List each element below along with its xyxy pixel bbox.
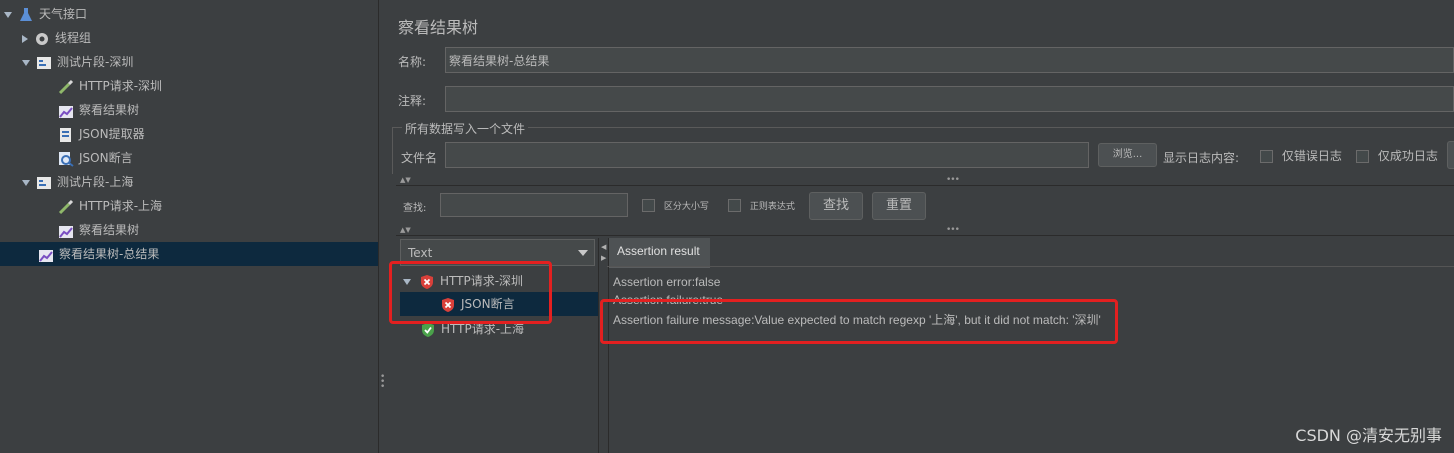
extractor-icon <box>58 127 74 143</box>
log-content-label: 显示日志内容: <box>1163 151 1240 165</box>
browse-button[interactable]: 浏览... <box>1098 143 1157 167</box>
divider-grip-icon[interactable]: ••• <box>946 225 960 235</box>
tree-node-fragment-sh[interactable]: 测试片段-上海 <box>22 170 133 194</box>
tree-node-label: 天气接口 <box>39 7 88 21</box>
comment-input[interactable] <box>445 86 1454 112</box>
results-split-divider[interactable]: ◀ ▶ <box>598 238 609 453</box>
highlight-box-message <box>600 299 1118 344</box>
tree-node-label: 察看结果树-总结果 <box>59 247 160 261</box>
divider-grip-icon[interactable]: ••• <box>946 175 960 185</box>
watermark: CSDN @清安无别事 <box>1295 426 1442 445</box>
tab-label: Assertion result <box>617 244 700 258</box>
regex-checkbox[interactable] <box>728 199 741 212</box>
tab-assertion-result[interactable]: Assertion result <box>609 238 710 268</box>
regex-option[interactable]: 正则表达式 <box>728 198 795 212</box>
tree-node-label: 测试片段-上海 <box>57 175 134 189</box>
tree-node-viewer-1[interactable]: 察看结果树 <box>58 98 139 122</box>
chevron-down-icon <box>578 250 588 256</box>
tree-node-label: HTTP请求-上海 <box>79 199 163 213</box>
expand-arrow-icon[interactable] <box>22 34 28 43</box>
regex-label: 正则表达式 <box>749 202 795 212</box>
collapse-arrow-icon[interactable] <box>22 179 30 186</box>
collapse-arrow-icon[interactable] <box>4 11 12 18</box>
test-plan-tree: 天气接口 线程组 测试片段-深圳 HTTP请求-深圳 察看结果树 JSON提取器… <box>0 0 378 453</box>
case-sensitive-option[interactable]: 区分大小写 <box>642 198 709 212</box>
panel-title: 察看结果树 <box>398 18 479 37</box>
errors-only-checkbox[interactable] <box>1260 150 1273 163</box>
gear-icon <box>34 31 50 47</box>
graph-icon <box>58 103 74 119</box>
search-input[interactable] <box>440 193 628 217</box>
tree-node-json-extractor[interactable]: JSON提取器 <box>58 122 145 146</box>
case-sensitive-label: 区分大小写 <box>663 202 709 212</box>
success-only-option[interactable]: 仅成功日志 <box>1356 147 1438 164</box>
magnifier-icon <box>58 151 74 167</box>
collapse-arrows-icon[interactable]: ▲▼ <box>400 226 411 234</box>
divider <box>396 185 1454 186</box>
assertion-error-line: Assertion error:false <box>613 275 721 289</box>
graph-icon <box>58 223 74 239</box>
name-input[interactable]: 察看结果树-总结果 <box>445 47 1454 73</box>
collapse-arrow-icon[interactable] <box>22 59 30 66</box>
tree-node-thread-group[interactable]: 线程组 <box>22 26 91 50</box>
pipette-icon <box>58 79 74 95</box>
filename-input[interactable] <box>445 142 1089 168</box>
split-arrows-icon[interactable]: ◀ ▶ <box>601 242 606 264</box>
graph-icon <box>38 247 54 263</box>
tree-node-json-assert[interactable]: JSON断言 <box>58 146 133 170</box>
collapse-arrows-icon[interactable]: ▲▼ <box>400 176 411 184</box>
tree-node-label: JSON提取器 <box>79 127 145 141</box>
tree-node-label: HTTP请求-深圳 <box>79 79 163 93</box>
tree-node-label: 测试片段-深圳 <box>57 55 134 69</box>
tab-divider <box>607 266 1454 267</box>
case-sensitive-checkbox[interactable] <box>642 199 655 212</box>
flask-icon <box>18 7 34 23</box>
reset-button[interactable]: 重置 <box>872 192 926 220</box>
success-only-checkbox[interactable] <box>1356 150 1369 163</box>
renderer-value: Text <box>408 246 433 260</box>
highlight-box-results <box>389 261 552 324</box>
errors-only-label: 仅错误日志 <box>1281 149 1342 163</box>
drag-grip-icon[interactable]: • • • <box>380 373 385 392</box>
success-only-label: 仅成功日志 <box>1377 149 1438 163</box>
divider <box>396 235 1454 236</box>
tree-node-root[interactable]: 天气接口 <box>0 2 378 26</box>
tree-node-http-sz[interactable]: HTTP请求-深圳 <box>58 74 162 98</box>
result-item-label: HTTP请求-上海 <box>441 322 525 336</box>
pipette-icon <box>58 199 74 215</box>
tree-node-label: 线程组 <box>55 31 92 45</box>
configure-button[interactable] <box>1447 141 1454 169</box>
name-label: 名称: <box>398 55 427 69</box>
comment-label: 注释: <box>398 94 427 108</box>
errors-only-option[interactable]: 仅错误日志 <box>1260 147 1342 164</box>
tree-node-viewer-2[interactable]: 察看结果树 <box>58 218 139 242</box>
fragment-icon <box>36 175 52 191</box>
tree-node-http-sh[interactable]: HTTP请求-上海 <box>58 194 162 218</box>
filename-label: 文件名 <box>401 151 438 165</box>
tree-node-fragment-sz[interactable]: 测试片段-深圳 <box>22 50 133 74</box>
tree-node-label: 察看结果树 <box>79 103 140 117</box>
tree-node-label: 察看结果树 <box>79 223 140 237</box>
results-tree-panel: 察看结果树 名称: 察看结果树-总结果 注释: 所有数据写入一个文件 文件名 浏… <box>387 0 1454 453</box>
find-button[interactable]: 查找 <box>809 192 863 220</box>
search-label: 查找: <box>403 203 427 214</box>
tree-node-label: JSON断言 <box>79 151 133 165</box>
tree-node-viewer-total[interactable]: 察看结果树-总结果 <box>0 242 378 266</box>
fragment-icon <box>36 55 52 71</box>
file-section-title: 所有数据写入一个文件 <box>402 120 529 137</box>
